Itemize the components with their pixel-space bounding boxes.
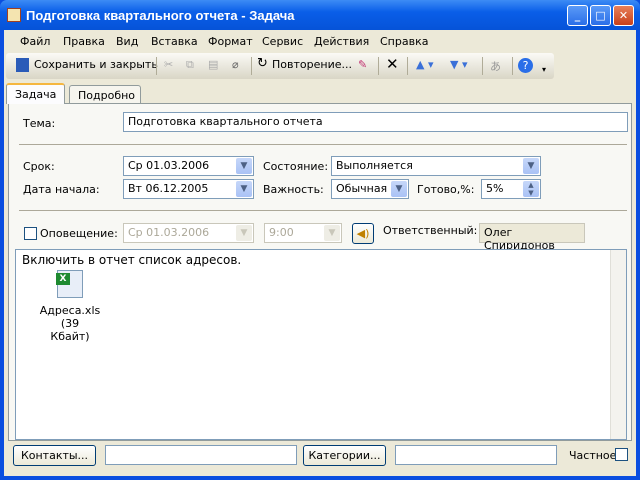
attach-icon[interactable]: ⌀ <box>232 58 239 71</box>
toolbar: Сохранить и закрыть ✂ ⧉ ▤ ⌀ ↻ Повторение… <box>6 53 554 79</box>
recurrence-button[interactable]: Повторение... <box>272 58 352 71</box>
due-date-select[interactable]: Ср 01.03.2006 ▼ <box>123 156 254 176</box>
status-label: Состояние: <box>263 160 329 173</box>
private-checkbox[interactable] <box>615 448 628 461</box>
categories-button[interactable]: Категории... <box>303 445 386 466</box>
paste-icon[interactable]: ▤ <box>208 58 218 71</box>
title-bar: Подготовка квартального отчета - Задача … <box>0 0 640 30</box>
percent-complete-spinner[interactable]: 5% ▲ ▼ <box>481 179 541 199</box>
menu-tools[interactable]: Сервис <box>262 35 303 48</box>
chevron-down-icon: ▼ <box>523 158 539 174</box>
maximize-button[interactable]: □ <box>590 5 611 26</box>
toolbar-options-icon[interactable]: ▾ <box>542 65 546 74</box>
save-icon <box>16 58 29 72</box>
speaker-icon: ◀) <box>356 227 370 240</box>
excel-file-icon: X <box>56 270 83 298</box>
priority-select[interactable]: Обычная ▼ <box>331 179 409 199</box>
owner-label: Ответственный: <box>383 224 478 237</box>
task-icon <box>7 8 21 22</box>
attachment[interactable]: X Адреса.xls (39 Кбайт) <box>30 270 110 343</box>
due-label: Срок: <box>23 160 55 173</box>
tab-task[interactable]: Задача <box>6 83 66 104</box>
recurrence-icon: ↻ <box>257 56 268 71</box>
delete-icon[interactable]: ✕ <box>386 55 399 73</box>
menu-help[interactable]: Справка <box>380 35 428 48</box>
reminder-checkbox[interactable] <box>24 227 37 240</box>
chevron-down-icon: ▼ <box>391 181 407 197</box>
subject-input[interactable]: Подготовка квартального отчета <box>123 112 628 132</box>
menu-edit[interactable]: Правка <box>63 35 105 48</box>
chevron-down-icon: ▼ <box>324 225 340 241</box>
task-form: Тема: Подготовка квартального отчета Сро… <box>8 103 632 441</box>
menu-bar: Файл Правка Вид Вставка Формат Сервис Де… <box>4 30 636 52</box>
save-close-button[interactable]: Сохранить и закрыть <box>34 58 158 71</box>
notes-text: Включить в отчет список адресов. <box>22 253 242 267</box>
reminder-time-select[interactable]: 9:00 ▼ <box>264 223 342 243</box>
reminder-sound-button[interactable]: ◀) <box>352 223 374 244</box>
categories-input[interactable] <box>395 445 557 465</box>
menu-actions[interactable]: Действия <box>314 35 369 48</box>
private-label: Частное <box>569 449 617 462</box>
scrollbar[interactable] <box>610 250 626 439</box>
copy-icon[interactable]: ⧉ <box>186 58 194 72</box>
reminder-date-select[interactable]: Ср 01.03.2006 ▼ <box>123 223 254 243</box>
help-icon[interactable]: ? <box>518 58 533 73</box>
previous-item-icon[interactable]: ▲ ▾ <box>416 58 433 71</box>
notes-area[interactable]: Включить в отчет список адресов. X Адрес… <box>15 249 627 440</box>
translate-icon[interactable]: あ <box>490 58 501 74</box>
spinner-arrows-icon: ▲ ▼ <box>523 181 539 197</box>
chevron-down-icon: ▼ <box>236 158 252 174</box>
subject-label: Тема: <box>23 117 56 130</box>
next-item-icon[interactable]: ▼ ▾ <box>450 58 467 71</box>
priority-label: Важность: <box>263 183 324 196</box>
close-button[interactable]: ✕ <box>613 5 634 26</box>
start-date-select[interactable]: Вт 06.12.2005 ▼ <box>123 179 254 199</box>
menu-insert[interactable]: Вставка <box>151 35 198 48</box>
menu-view[interactable]: Вид <box>116 35 138 48</box>
menu-format[interactable]: Формат <box>208 35 253 48</box>
reminder-label: Оповещение: <box>40 227 118 240</box>
status-select[interactable]: Выполняется ▼ <box>331 156 541 176</box>
complete-label: Готово,%: <box>417 183 475 196</box>
minimize-button[interactable]: _ <box>567 5 588 26</box>
task-window: Файл Правка Вид Вставка Формат Сервис Де… <box>4 30 636 476</box>
assign-icon[interactable]: ✎ <box>358 58 367 71</box>
contacts-button[interactable]: Контакты... <box>13 445 96 466</box>
chevron-down-icon: ▼ <box>236 225 252 241</box>
menu-file[interactable]: Файл <box>20 35 50 48</box>
start-label: Дата начала: <box>23 183 100 196</box>
window-title: Подготовка квартального отчета - Задача <box>26 8 295 23</box>
cut-icon[interactable]: ✂ <box>164 58 173 71</box>
chevron-down-icon: ▼ <box>236 181 252 197</box>
tab-details[interactable]: Подробно <box>69 85 141 105</box>
contacts-input[interactable] <box>105 445 297 465</box>
owner-field: Олег Спиридонов <box>479 223 585 252</box>
